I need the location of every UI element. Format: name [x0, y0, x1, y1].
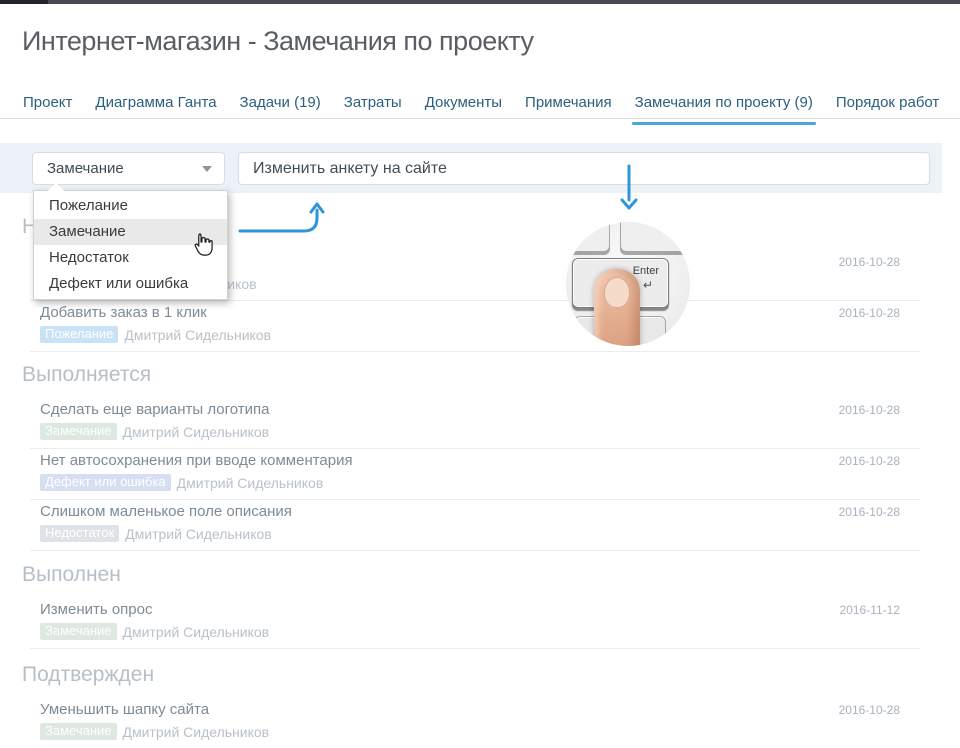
tab-1[interactable]: Диаграмма Ганта	[94, 88, 217, 117]
remark-author: Дмитрий Сидельников	[125, 526, 272, 542]
chevron-down-icon	[202, 166, 212, 172]
remark-type-badge: Дефект или ошибка	[40, 474, 171, 491]
dropdown-option-3[interactable]: Дефект или ошибка	[34, 271, 227, 297]
remark-type-badge: Замечание	[40, 423, 117, 440]
tab-3[interactable]: Затраты	[343, 88, 403, 117]
enter-return-icon: ↵	[643, 278, 653, 292]
remark-title: Слишком маленькое поле описания	[40, 503, 839, 521]
remark-type-badge: Недостаток	[40, 525, 119, 542]
tab-4[interactable]: Документы	[424, 88, 503, 117]
remark-title-input[interactable]	[238, 152, 930, 185]
section-3: Подтвержден Уменьшить шапку сайта2016-10-…	[0, 662, 960, 748]
list-item[interactable]: Нет автосохранения при вводе комментария…	[30, 449, 920, 500]
remark-type-dropdown: ПожеланиеЗамечаниеНедостатокДефект или о…	[33, 190, 228, 300]
remark-author: Дмитрий Сидельников	[124, 327, 271, 343]
section-1: Выполняется Сделать еще варианты логотипа…	[0, 362, 960, 551]
tab-5[interactable]: Примечания	[524, 88, 613, 117]
section-header: Подтвержден	[22, 662, 960, 688]
list-item[interactable]: Слишком маленькое поле описания2016-10-2…	[30, 500, 920, 551]
dropdown-option-2[interactable]: Недостаток	[34, 245, 227, 271]
remark-title: Изменить опрос	[40, 601, 840, 619]
remark-title: Нет автосохранения при вводе комментария	[40, 452, 839, 470]
remark-date: 2016-10-28	[839, 452, 900, 469]
enter-key-label: Enter	[633, 265, 659, 277]
list-item[interactable]: Уменьшить шапку сайта2016-10-28 Замечание…	[30, 698, 920, 748]
remark-type-value: Замечание	[47, 160, 202, 177]
remark-author: Дмитрий Сидельников	[123, 724, 270, 740]
list-item[interactable]: Сделать еще варианты логотипа2016-10-28 З…	[30, 398, 920, 449]
tab-7[interactable]: Порядок работ	[835, 88, 940, 117]
remark-date: 2016-10-28	[839, 701, 900, 718]
tab-0[interactable]: Проект	[22, 88, 73, 117]
new-remark-bar: Замечание	[0, 143, 942, 193]
page-title: Интернет-магазин - Замечания по проекту	[22, 26, 534, 57]
finger	[594, 269, 640, 346]
tab-bar: Проект Диаграмма Ганта Задачи (19) Затраты Д…	[22, 86, 960, 119]
remark-date: 2016-10-28	[839, 304, 900, 321]
tab-6-active[interactable]: Замечания по проекту (9)	[634, 88, 814, 117]
remark-type-badge: Замечание	[40, 623, 117, 640]
enter-key-photo: Enter ↵	[566, 222, 690, 346]
window-top-strip-accent	[0, 0, 48, 4]
remark-author: Дмитрий Сидельников	[177, 475, 324, 491]
dropdown-option-1[interactable]: Замечание	[34, 219, 227, 245]
remark-date: 2016-10-28	[839, 401, 900, 418]
keyboard-key	[620, 222, 690, 252]
tab-2[interactable]: Задачи (19)	[239, 88, 322, 117]
list-item[interactable]: Изменить опрос2016-11-12 Замечание Дмитрий…	[30, 598, 920, 649]
remark-author: Дмитрий Сидельников	[123, 424, 270, 440]
fingernail	[604, 277, 630, 308]
remark-title: Сделать еще варианты логотипа	[40, 401, 839, 419]
list-item[interactable]: Добавить заказ в 1 клик2016-10-28 Пожелан…	[30, 301, 920, 352]
remark-date: 2016-10-28	[839, 503, 900, 520]
remark-type-select[interactable]: Замечание	[32, 152, 225, 185]
section-header: Выполнен	[22, 562, 960, 588]
remark-type-badge: Пожелание	[40, 326, 118, 343]
remark-type-badge: Замечание	[40, 723, 117, 740]
section-2: Выполнен Изменить опрос2016-11-12 Замечани…	[0, 562, 960, 649]
remark-date: 2016-11-12	[840, 601, 901, 618]
dropdown-option-0[interactable]: Пожелание	[34, 193, 227, 219]
keyboard-key	[566, 222, 610, 252]
remark-author: Дмитрий Сидельников	[123, 624, 270, 640]
remark-title: Уменьшить шапку сайта	[40, 701, 839, 719]
remark-date: 2016-10-28	[839, 253, 900, 270]
window-top-strip	[0, 0, 960, 4]
section-header: Выполняется	[22, 362, 960, 388]
remark-title: Добавить заказ в 1 клик	[40, 304, 839, 322]
app-window: Интернет-магазин - Замечания по проекту …	[0, 0, 960, 748]
tab-bar-divider	[0, 118, 960, 119]
